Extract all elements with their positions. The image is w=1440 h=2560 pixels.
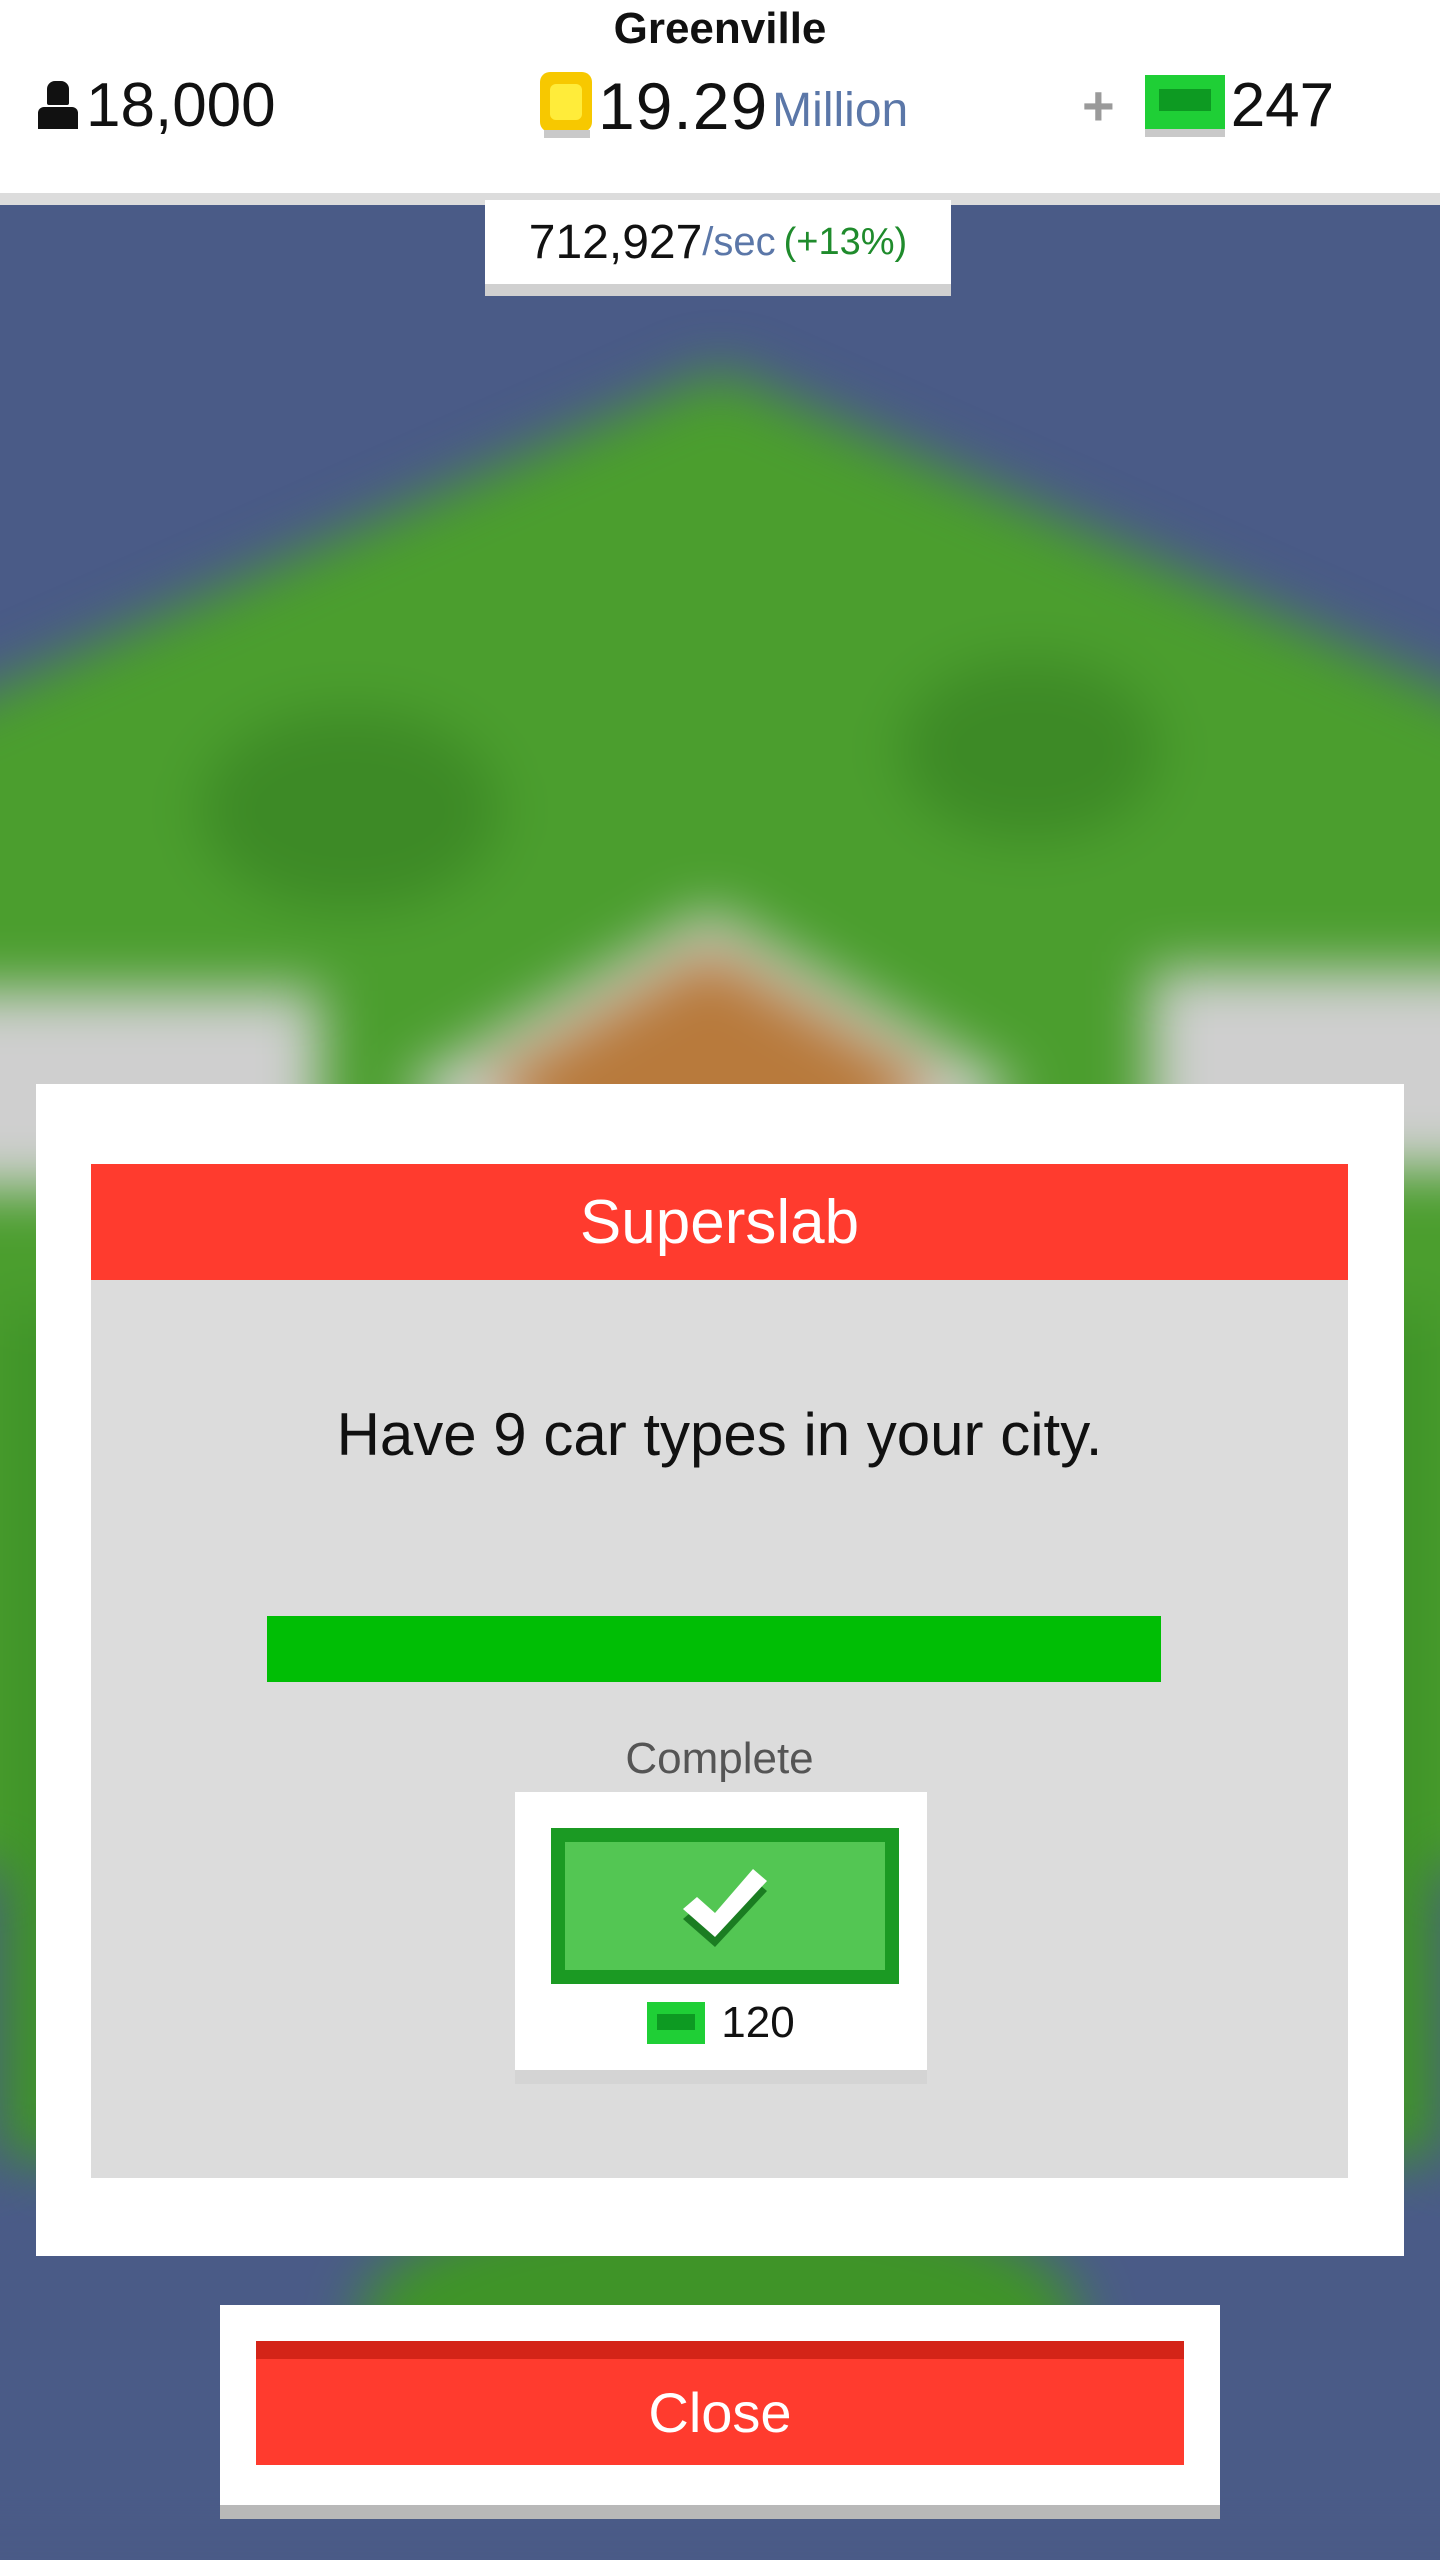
money-display: 19.29 Million — [540, 68, 908, 144]
claim-button[interactable] — [551, 1828, 899, 1984]
add-gems-button[interactable]: + — [1082, 73, 1115, 138]
income-rate-box: 712,927 /sec (+13%) — [485, 200, 951, 296]
rate-unit: /sec — [702, 219, 776, 264]
progress-bar — [267, 1616, 1161, 1682]
gems-display[interactable]: + 247 — [1082, 70, 1334, 141]
progress-fill — [267, 1616, 1161, 1682]
check-icon — [683, 1869, 767, 1947]
cash-icon — [647, 2002, 706, 2044]
reward-amount-row: 120 — [515, 1998, 927, 2048]
rate-change: (+13%) — [783, 220, 908, 263]
reward-amount: 120 — [721, 1998, 795, 2047]
status-label: Complete — [625, 1734, 814, 1783]
population-value: 18,000 — [86, 71, 276, 140]
close-label: Close — [648, 2380, 792, 2444]
achievement-description: Have 9 car types in your city. — [336, 1401, 1103, 1468]
person-icon — [36, 80, 80, 131]
gems-value: 247 — [1230, 71, 1335, 140]
population-display: 18,000 — [36, 70, 276, 141]
rate-value: 712,927 — [528, 215, 703, 269]
reward-card: 120 — [515, 1792, 927, 2084]
achievement-modal: Superslab Have 9 car types in your city.… — [36, 1084, 1404, 2256]
modal-content: Have 9 car types in your city. Complete … — [91, 1280, 1348, 2178]
close-button-container: Close — [220, 2305, 1220, 2519]
city-name: Greenville — [613, 4, 827, 53]
money-unit: Million — [772, 84, 909, 137]
money-amount: 19.29 — [598, 69, 769, 143]
close-button[interactable]: Close — [256, 2341, 1184, 2465]
top-bar: Greenville 18,000 19.29 Million + 247 — [0, 0, 1440, 205]
achievement-title: Superslab — [579, 1187, 860, 1257]
cash-icon — [1144, 74, 1225, 137]
modal-header: Superslab — [91, 1164, 1348, 1280]
coin-icon — [540, 72, 592, 138]
